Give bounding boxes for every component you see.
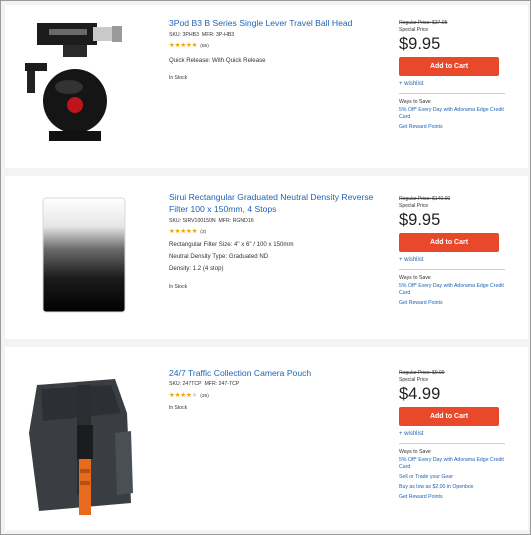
- feature-line: Density: 1.2 (4 stop): [169, 265, 224, 272]
- rating[interactable]: ★★★★★ (25): [169, 392, 209, 401]
- ways-to-save-heading: Ways to Save: [399, 275, 431, 281]
- feature-line: Neutral Density Type: Graduated ND: [169, 253, 269, 260]
- price-column: Regular Price: $9.99 Special Price $4.99…: [399, 369, 509, 501]
- regular-price: Regular Price: $140.00: [399, 196, 451, 202]
- edge-credit-card-link[interactable]: 5% Off* Every Day with Adorama Edge Cred…: [399, 283, 509, 297]
- sku: SKU: 3PHB3: [169, 32, 199, 38]
- edge-credit-card-link[interactable]: 5% Off* Every Day with Adorama Edge Cred…: [399, 457, 509, 471]
- sku-line: SKU: 3PHB3 MFR: 3P-HB3: [169, 32, 234, 39]
- reward-points-link[interactable]: Get Reward Points: [399, 494, 509, 501]
- regular-price: Regular Price: $37.95: [399, 20, 448, 26]
- wishlist-link[interactable]: + wishlist: [399, 255, 509, 265]
- product-title[interactable]: 3Pod B3 B Series Single Lever Travel Bal…: [169, 17, 384, 29]
- reward-points-link[interactable]: Get Reward Points: [399, 300, 509, 307]
- product-image-nd-filter[interactable]: [19, 196, 145, 322]
- product-title[interactable]: 24/7 Traffic Collection Camera Pouch: [169, 367, 384, 379]
- rating[interactable]: ★★★★★ (55): [169, 42, 209, 51]
- sku: SKU: 247TCP: [169, 381, 202, 387]
- add-to-cart-button[interactable]: Add to Cart: [399, 233, 499, 252]
- divider: [399, 93, 505, 94]
- stock-status: In Stock: [169, 405, 188, 411]
- stock-status: In Stock: [169, 284, 188, 290]
- star-empty-icon: ★: [191, 392, 198, 399]
- price: $4.99: [399, 385, 441, 403]
- product-card: Sirui Rectangular Graduated Neutral Dens…: [5, 176, 528, 339]
- rating-count: (25): [200, 394, 209, 399]
- wishlist-link[interactable]: + wishlist: [399, 429, 509, 439]
- special-price-label: Special Price: [399, 377, 429, 383]
- wishlist-link[interactable]: + wishlist: [399, 79, 509, 89]
- stock-status: In Stock: [169, 75, 188, 81]
- price: $9.95: [399, 35, 441, 53]
- rating-count: (55): [200, 44, 209, 49]
- mfr: MFR: 3P-HB3: [201, 32, 235, 38]
- edge-credit-card-link[interactable]: 5% Off* Every Day with Adorama Edge Cred…: [399, 107, 509, 121]
- regular-price: Regular Price: $9.99: [399, 370, 445, 376]
- sell-trade-link[interactable]: Sell or Trade your Gear: [399, 474, 509, 481]
- sku-line: SKU: SIRV100150N MFR: RGND16: [169, 218, 254, 225]
- product-card: 3Pod B3 B Series Single Lever Travel Bal…: [5, 5, 528, 168]
- rating-count: (3): [200, 230, 207, 235]
- product-image-camera-pouch[interactable]: [19, 373, 145, 523]
- rating[interactable]: ★★★★★ (3): [169, 228, 206, 237]
- sku-line: SKU: 247TCP MFR: 247-TCP: [169, 381, 239, 388]
- reward-points-link[interactable]: Get Reward Points: [399, 124, 509, 131]
- price-column: Regular Price: $37.95 Special Price $9.9…: [399, 19, 509, 131]
- star-half-icon: ★: [191, 42, 198, 49]
- product-image-ball-head[interactable]: [19, 19, 145, 145]
- ways-to-save-heading: Ways to Save: [399, 449, 431, 455]
- feature-line: Quick Release: With Quick Release: [169, 57, 266, 64]
- openbox-link[interactable]: Buy as low as $2.00 in Openbox: [399, 484, 509, 491]
- special-price-label: Special Price: [399, 203, 429, 209]
- mfr: MFR: RGND16: [218, 218, 254, 224]
- mfr: MFR: 247-TCP: [204, 381, 240, 387]
- special-price-label: Special Price: [399, 27, 429, 33]
- product-card: 24/7 Traffic Collection Camera Pouch SKU…: [5, 347, 528, 530]
- star-half-icon: ★: [191, 228, 198, 235]
- feature-line: Rectangular Filter Size: 4" x 6" / 100 x…: [169, 241, 294, 248]
- divider: [399, 269, 505, 270]
- add-to-cart-button[interactable]: Add to Cart: [399, 407, 499, 426]
- price-column: Regular Price: $140.00 Special Price $9.…: [399, 195, 509, 307]
- product-title[interactable]: Sirui Rectangular Graduated Neutral Dens…: [169, 191, 384, 215]
- add-to-cart-button[interactable]: Add to Cart: [399, 57, 499, 76]
- page-frame: 3Pod B3 B Series Single Lever Travel Bal…: [0, 0, 531, 535]
- divider: [399, 443, 505, 444]
- ways-to-save-heading: Ways to Save: [399, 99, 431, 105]
- price: $9.95: [399, 211, 441, 229]
- sku: SKU: SIRV100150N: [169, 218, 216, 224]
